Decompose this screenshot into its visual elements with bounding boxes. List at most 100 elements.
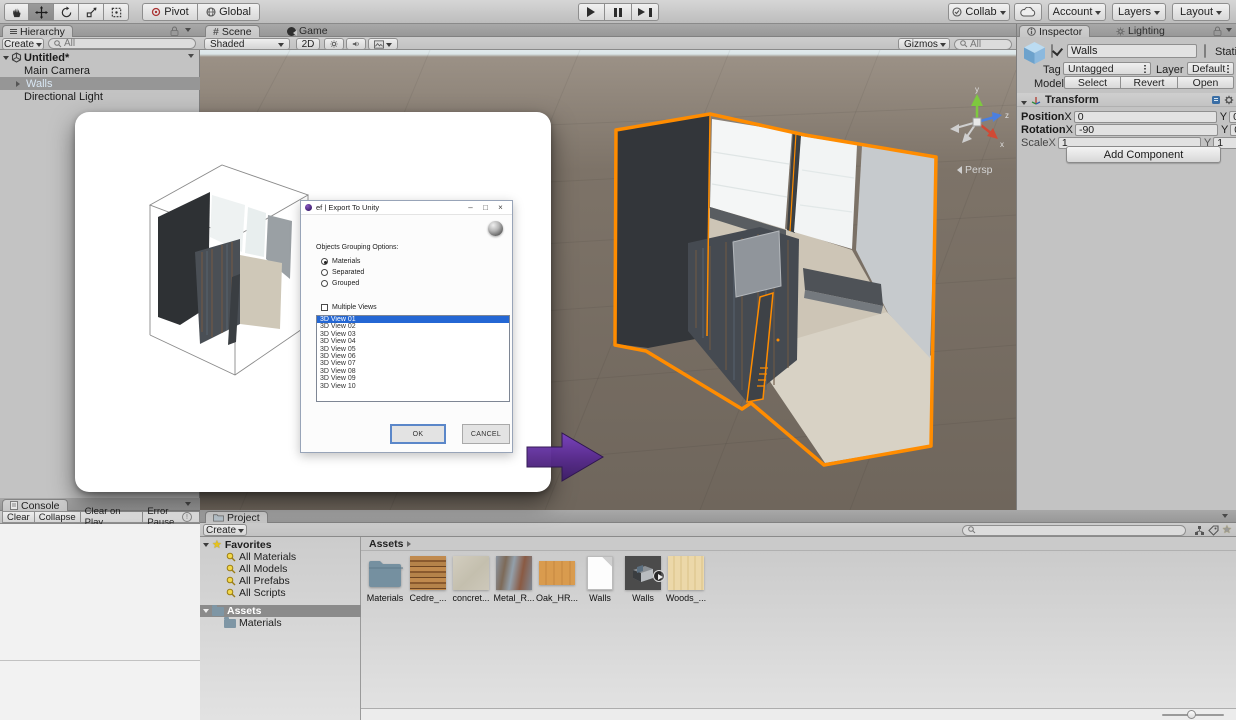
tab-scene[interactable]: # Scene (205, 25, 260, 37)
asset-materials-folder[interactable]: Materials (366, 556, 404, 603)
play-button[interactable] (578, 3, 605, 21)
asset-walls-file[interactable]: Walls (581, 556, 619, 603)
position-y-field[interactable] (1229, 111, 1236, 123)
active-checkbox[interactable] (1051, 44, 1053, 58)
2d-toggle-button[interactable]: 2D (296, 38, 320, 50)
console-log-area[interactable] (0, 524, 200, 720)
model-revert-button[interactable]: Revert (1121, 76, 1178, 89)
view-list-item[interactable]: 3D View 04 (317, 338, 509, 345)
dialog-titlebar[interactable]: ef | Export To Unity – □ × (301, 201, 512, 215)
view-list-item[interactable]: 3D View 05 (317, 346, 509, 353)
play-badge-icon[interactable] (653, 570, 665, 582)
model-open-button[interactable]: Open (1178, 76, 1234, 89)
asset-cedre-texture[interactable]: Cedre_... (409, 556, 447, 603)
tab-game[interactable]: Game (280, 25, 335, 37)
tree-item-materials[interactable]: Materials (200, 617, 361, 629)
layers-dropdown[interactable]: Layers (1112, 3, 1166, 21)
asset-grid[interactable]: Materials Cedre_... concret... Metal_R..… (361, 551, 1236, 718)
hierarchy-item-directional-light[interactable]: Directional Light (0, 90, 200, 103)
view-list-item[interactable]: 3D View 03 (317, 331, 509, 338)
asset-woods-texture[interactable]: Woods_... (667, 556, 705, 603)
view-list-item[interactable]: 3D View 08 (317, 368, 509, 375)
project-search-input[interactable] (962, 525, 1186, 536)
rotation-y-field[interactable] (1230, 124, 1236, 136)
rect-tool-button[interactable] (104, 3, 129, 21)
view-list-item[interactable]: 3D View 09 (317, 375, 509, 382)
asset-concrete-texture[interactable]: concret... (452, 556, 490, 603)
tab-inspector[interactable]: Inspector (1019, 25, 1090, 37)
multiple-views-checkbox[interactable]: Multiple Views (321, 304, 377, 311)
account-dropdown[interactable]: Account (1048, 3, 1106, 21)
add-component-button[interactable]: Add Component (1066, 146, 1221, 163)
scale-tool-button[interactable] (79, 3, 104, 21)
move-tool-button[interactable] (29, 3, 54, 21)
tab-console[interactable]: Console (2, 499, 68, 511)
tab-project[interactable]: Project (205, 511, 268, 523)
cancel-button[interactable]: CANCEL (462, 424, 510, 444)
view-list-item[interactable]: 3D View 01 (317, 316, 509, 323)
hierarchy-item-main-camera[interactable]: Main Camera (0, 64, 200, 77)
tree-item-assets[interactable]: Assets (200, 605, 361, 617)
create-button[interactable]: Create (2, 38, 44, 50)
favorites-folder[interactable]: ★ Favorites (200, 539, 361, 551)
hand-tool-button[interactable] (4, 3, 29, 21)
favorite-all-scripts[interactable]: All Scripts (200, 587, 361, 599)
pause-button[interactable] (605, 3, 632, 21)
asset-oak-texture[interactable]: Oak_HR... (538, 556, 576, 603)
close-button[interactable]: × (493, 202, 508, 214)
ok-button[interactable]: OK (390, 424, 446, 444)
minimize-button[interactable]: – (463, 202, 478, 214)
favorite-all-prefabs[interactable]: All Prefabs (200, 575, 361, 587)
rotate-tool-button[interactable] (54, 3, 79, 21)
scene-search-input[interactable]: All (954, 39, 1012, 50)
step-button[interactable] (632, 3, 659, 21)
maximize-button[interactable]: □ (478, 202, 493, 214)
layer-dropdown[interactable]: Default (1187, 62, 1234, 75)
object-name-field[interactable] (1067, 44, 1197, 58)
cloud-button[interactable] (1014, 3, 1042, 21)
lock-icon[interactable] (170, 26, 179, 36)
panel-menu-icon[interactable] (185, 28, 191, 35)
view-list-item[interactable]: 3D View 06 (317, 353, 509, 360)
hierarchy-search-input[interactable]: All (48, 38, 196, 49)
create-button[interactable]: Create (203, 524, 247, 536)
tab-hierarchy[interactable]: Hierarchy (2, 25, 73, 37)
pivot-toggle-button[interactable]: Pivot (142, 3, 198, 21)
gear-icon[interactable] (1224, 95, 1234, 105)
collab-dropdown[interactable]: Collab (948, 3, 1010, 21)
radio-separated[interactable]: Separated (321, 269, 364, 276)
static-checkbox[interactable] (1204, 44, 1206, 58)
model-select-button[interactable]: Select (1064, 76, 1121, 89)
breadcrumb-assets[interactable]: Assets (369, 538, 403, 550)
shading-mode-dropdown[interactable]: Shaded (204, 38, 290, 50)
clear-on-play-button[interactable]: Clear on Play (81, 511, 144, 523)
search-favorites-icon[interactable]: ★ (1222, 525, 1232, 535)
search-by-label-icon[interactable] (1208, 525, 1219, 536)
gizmos-dropdown[interactable]: Gizmos (898, 38, 950, 50)
radio-grouped[interactable]: Grouped (321, 280, 359, 287)
asset-walls-model[interactable]: Walls (624, 556, 662, 603)
lock-icon[interactable] (1213, 26, 1222, 36)
global-toggle-button[interactable]: Global (198, 3, 260, 21)
slider-thumb[interactable] (1187, 710, 1196, 719)
views-listbox[interactable]: 3D View 01 3D View 02 3D View 03 3D View… (316, 315, 510, 402)
view-list-item[interactable]: 3D View 07 (317, 360, 509, 367)
asset-metal-texture[interactable]: Metal_R... (495, 556, 533, 603)
position-x-field[interactable] (1074, 111, 1217, 123)
view-list-item[interactable]: 3D View 10 (317, 383, 509, 390)
foldout-open-icon[interactable] (3, 56, 9, 63)
clear-button[interactable]: Clear (2, 511, 35, 523)
foldout-open-icon[interactable] (1021, 101, 1027, 108)
audio-toggle-button[interactable] (346, 38, 366, 50)
effects-dropdown[interactable] (368, 38, 398, 50)
help-book-icon[interactable] (1211, 95, 1221, 105)
hierarchy-item-walls[interactable]: Walls (0, 77, 200, 90)
walls-model[interactable] (600, 100, 950, 480)
rotation-x-field[interactable] (1075, 124, 1218, 136)
panel-menu-icon[interactable] (1226, 28, 1232, 35)
axis-gizmo[interactable]: y z x (942, 84, 1012, 148)
search-by-type-icon[interactable] (1194, 525, 1205, 536)
favorite-all-materials[interactable]: All Materials (200, 551, 361, 563)
scene-menu-icon[interactable] (188, 54, 194, 61)
persp-label[interactable]: Persp (953, 164, 992, 176)
